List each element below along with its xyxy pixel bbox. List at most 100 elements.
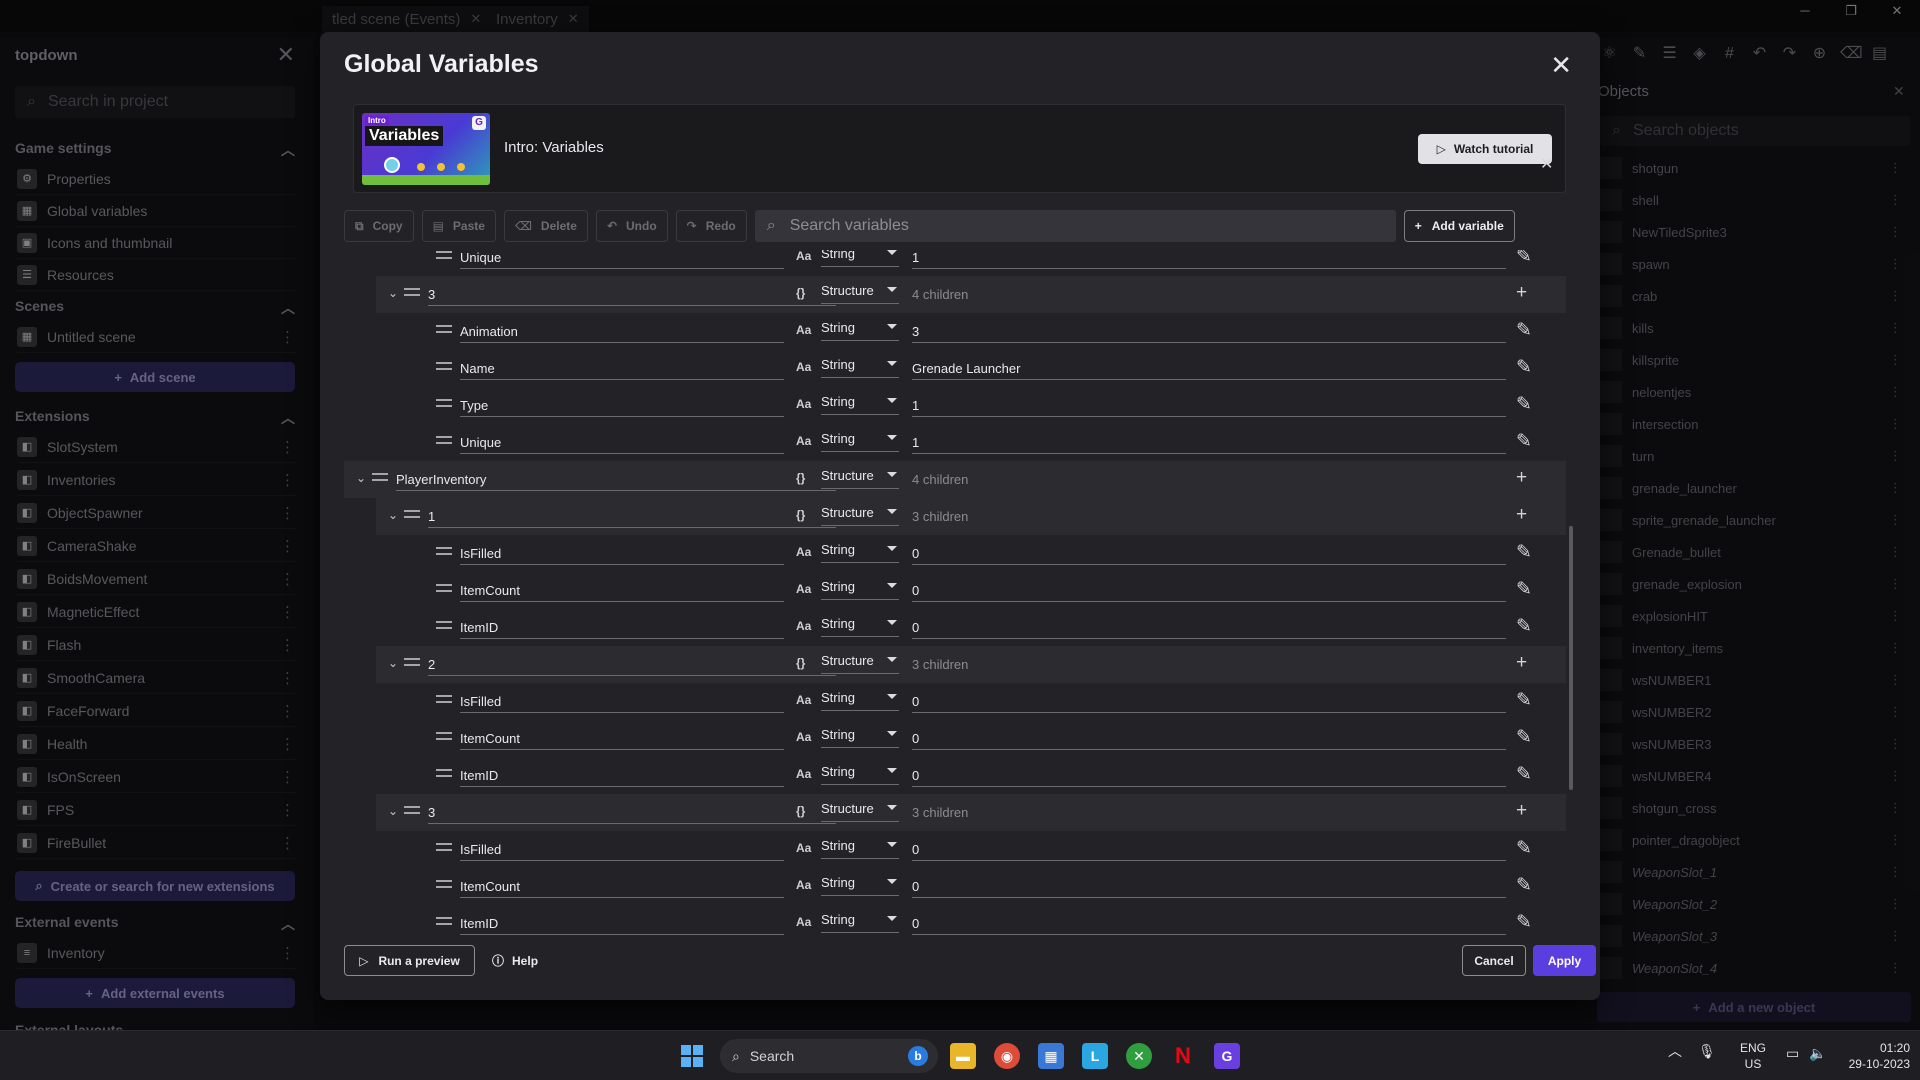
- add-child-icon[interactable]: +: [1516, 282, 1527, 304]
- windows-start-icon[interactable]: [681, 1045, 703, 1067]
- variable-name-input[interactable]: Name: [460, 358, 784, 380]
- add-variable-button[interactable]: + Add variable: [1403, 210, 1515, 242]
- variable-row[interactable]: IsFilled Aa String 0 ✎: [408, 831, 1566, 868]
- variable-row[interactable]: ItemID Aa String 0 ✎: [408, 905, 1566, 942]
- variable-value-input[interactable]: 0: [912, 691, 1506, 713]
- variable-name-input[interactable]: Unique: [460, 432, 784, 454]
- variable-name-input[interactable]: ItemCount: [460, 728, 784, 750]
- variable-name-input[interactable]: 3: [428, 284, 836, 306]
- structure-variable-row[interactable]: ⌄ PlayerInventory{} Structure 4 children +: [344, 461, 1566, 498]
- variable-name-input[interactable]: IsFilled: [460, 543, 784, 565]
- help-button[interactable]: ⓘ Help: [492, 952, 538, 969]
- variable-value-input[interactable]: 1: [912, 250, 1506, 269]
- variable-type-select[interactable]: String: [821, 763, 899, 785]
- variable-type-select[interactable]: String: [821, 356, 899, 378]
- language-indicator[interactable]: ENG US: [1740, 1040, 1766, 1072]
- microphone-icon[interactable]: 🎙: [1698, 1043, 1716, 1060]
- close-dialog-button[interactable]: ✕: [1550, 50, 1572, 81]
- variable-row[interactable]: ItemCount Aa String 0 ✎: [408, 720, 1566, 757]
- variable-value-input[interactable]: Grenade Launcher: [912, 358, 1506, 380]
- structure-variable-row[interactable]: ⌄ 3{} Structure 3 children +: [376, 794, 1566, 831]
- drag-handle-icon[interactable]: [404, 510, 420, 518]
- edit-icon[interactable]: ✎: [1516, 763, 1532, 786]
- cancel-button[interactable]: Cancel: [1462, 945, 1526, 976]
- variable-row[interactable]: ItemCount Aa String 0 ✎: [408, 572, 1566, 609]
- chevron-down-icon[interactable]: ⌄: [356, 471, 366, 485]
- add-child-icon[interactable]: +: [1516, 467, 1527, 489]
- variable-type-select[interactable]: String: [821, 689, 899, 711]
- variable-row[interactable]: Name Aa String Grenade Launcher ✎: [408, 350, 1566, 387]
- close-tutorial-icon[interactable]: ✕: [1540, 154, 1553, 174]
- variable-type-select[interactable]: Structure: [821, 652, 899, 674]
- variable-row[interactable]: Type Aa String 1 ✎: [408, 387, 1566, 424]
- run-preview-button[interactable]: ▷ Run a preview: [344, 945, 475, 976]
- add-child-icon[interactable]: +: [1516, 504, 1527, 526]
- variable-name-input[interactable]: Unique: [460, 250, 784, 269]
- variable-type-select[interactable]: String: [821, 319, 899, 341]
- taskbar-search[interactable]: ⌕ Search b: [720, 1039, 938, 1073]
- edit-icon[interactable]: ✎: [1516, 911, 1532, 934]
- drag-handle-icon[interactable]: [404, 288, 420, 296]
- variable-type-select[interactable]: String: [821, 393, 899, 415]
- chevron-down-icon[interactable]: ⌄: [388, 286, 398, 300]
- drag-handle-icon[interactable]: [436, 362, 452, 370]
- variable-type-select[interactable]: String: [821, 578, 899, 600]
- edit-icon[interactable]: ✎: [1516, 837, 1532, 860]
- drag-handle-icon[interactable]: [436, 325, 452, 333]
- drag-handle-icon[interactable]: [436, 436, 452, 444]
- variable-type-select[interactable]: Structure: [821, 467, 899, 489]
- structure-variable-row[interactable]: ⌄ 3{} Structure 4 children +: [376, 276, 1566, 313]
- edit-icon[interactable]: ✎: [1516, 356, 1532, 379]
- edit-icon[interactable]: ✎: [1516, 250, 1532, 268]
- variable-name-input[interactable]: 2: [428, 654, 836, 676]
- variable-name-input[interactable]: 3: [428, 802, 836, 824]
- drag-handle-icon[interactable]: [436, 547, 452, 555]
- variable-type-select[interactable]: Structure: [821, 504, 899, 526]
- drag-handle-icon[interactable]: [436, 917, 452, 925]
- edit-icon[interactable]: ✎: [1516, 615, 1532, 638]
- drag-handle-icon[interactable]: [436, 621, 452, 629]
- store-icon[interactable]: ▦: [1038, 1043, 1064, 1069]
- copy-button[interactable]: ⧉ Copy: [344, 210, 414, 242]
- variable-name-input[interactable]: Animation: [460, 321, 784, 343]
- drag-handle-icon[interactable]: [436, 695, 452, 703]
- speaker-icon[interactable]: 🔈: [1809, 1045, 1826, 1062]
- drag-handle-icon[interactable]: [436, 843, 452, 851]
- variable-value-input[interactable]: 3: [912, 321, 1506, 343]
- variable-value-input[interactable]: 1: [912, 432, 1506, 454]
- paste-button[interactable]: ▤ Paste: [421, 210, 496, 242]
- edit-icon[interactable]: ✎: [1516, 393, 1532, 416]
- add-child-icon[interactable]: +: [1516, 800, 1527, 822]
- drag-handle-icon[interactable]: [436, 880, 452, 888]
- chevron-down-icon[interactable]: ⌄: [388, 656, 398, 670]
- variable-name-input[interactable]: ItemID: [460, 913, 784, 935]
- scrollbar[interactable]: [1569, 526, 1573, 790]
- watch-tutorial-button[interactable]: ▷ Watch tutorial: [1418, 134, 1552, 164]
- delete-button[interactable]: ⌫ Delete: [503, 210, 588, 242]
- undo-button[interactable]: ↶ Undo: [595, 210, 668, 242]
- apply-button[interactable]: Apply: [1533, 945, 1596, 976]
- xbox-icon[interactable]: ✕: [1126, 1043, 1152, 1069]
- edit-icon[interactable]: ✎: [1516, 578, 1532, 601]
- variable-type-select[interactable]: String: [821, 430, 899, 452]
- variable-value-input[interactable]: 0: [912, 617, 1506, 639]
- variable-type-select[interactable]: Structure: [821, 282, 899, 304]
- launcher-l-icon[interactable]: L: [1082, 1043, 1108, 1069]
- drag-handle-icon[interactable]: [436, 251, 452, 259]
- variable-name-input[interactable]: ItemCount: [460, 580, 784, 602]
- variable-type-select[interactable]: String: [821, 726, 899, 748]
- structure-variable-row[interactable]: ⌄ 1{} Structure 3 children +: [376, 498, 1566, 535]
- variable-type-select[interactable]: String: [821, 837, 899, 859]
- variable-value-input[interactable]: 0: [912, 765, 1506, 787]
- chevron-up-icon[interactable]: ︿: [1668, 1041, 1682, 1061]
- edit-icon[interactable]: ✎: [1516, 319, 1532, 342]
- drag-handle-icon[interactable]: [404, 658, 420, 666]
- variable-name-input[interactable]: 1: [428, 506, 836, 528]
- variable-type-select[interactable]: String: [821, 874, 899, 896]
- structure-variable-row[interactable]: ⌄ 2{} Structure 3 children +: [376, 646, 1566, 683]
- drag-handle-icon[interactable]: [436, 769, 452, 777]
- variable-value-input[interactable]: 1: [912, 395, 1506, 417]
- variable-row[interactable]: ItemCount Aa String 0 ✎: [408, 868, 1566, 905]
- drag-handle-icon[interactable]: [372, 473, 388, 481]
- variable-name-input[interactable]: ItemCount: [460, 876, 784, 898]
